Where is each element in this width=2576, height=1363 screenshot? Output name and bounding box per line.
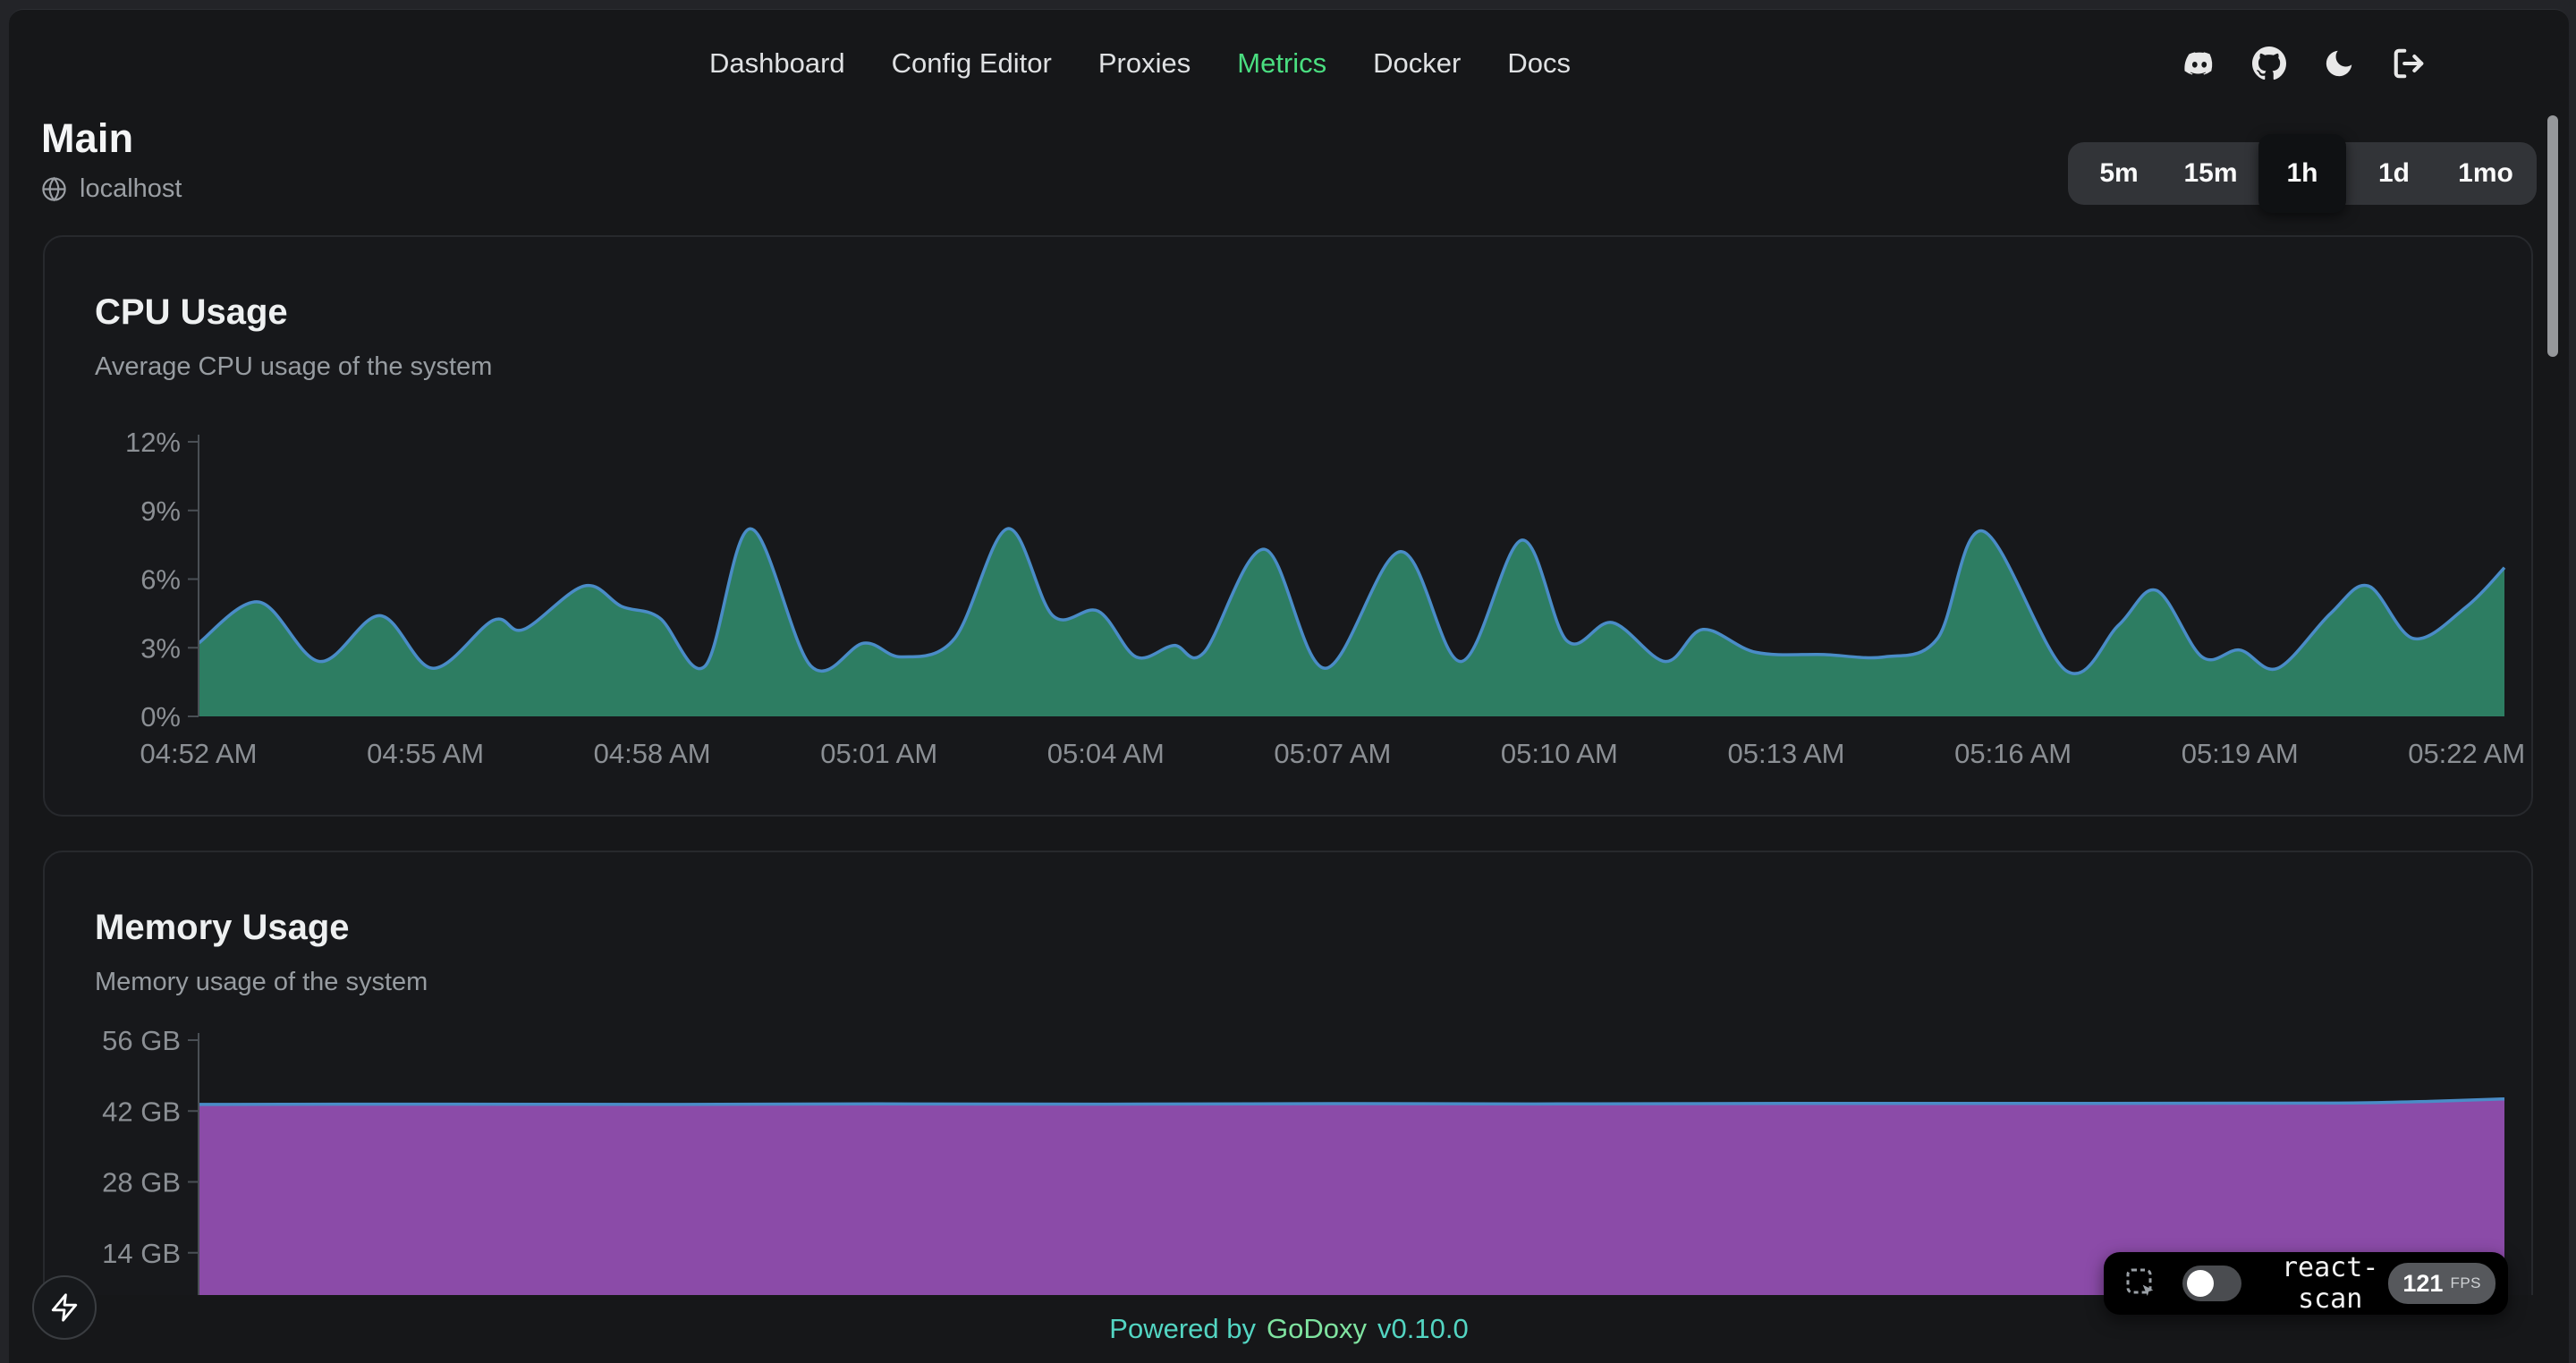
top-navigation: Dashboard Config Editor Proxies Metrics … bbox=[9, 35, 2569, 92]
svg-text:05:13 AM: 05:13 AM bbox=[1728, 738, 1845, 769]
header-icon-row bbox=[2181, 35, 2428, 92]
time-range-1h[interactable]: 1h bbox=[2258, 134, 2346, 213]
nav-item-metrics[interactable]: Metrics bbox=[1237, 47, 1326, 80]
svg-text:9%: 9% bbox=[140, 495, 181, 527]
app-window: Dashboard Config Editor Proxies Metrics … bbox=[9, 9, 2569, 1363]
svg-text:05:19 AM: 05:19 AM bbox=[2182, 738, 2299, 769]
inspect-element-icon[interactable] bbox=[2123, 1266, 2159, 1301]
discord-icon[interactable] bbox=[2181, 45, 2218, 82]
time-range-selector: 5m 15m 1h 1d 1mo bbox=[2068, 142, 2537, 205]
footer-version: v0.10.0 bbox=[1377, 1313, 1469, 1345]
svg-text:12%: 12% bbox=[125, 430, 181, 458]
fps-unit: FPS bbox=[2450, 1274, 2481, 1292]
svg-text:0%: 0% bbox=[140, 701, 181, 732]
host-row: localhost bbox=[41, 174, 182, 204]
svg-text:05:07 AM: 05:07 AM bbox=[1274, 738, 1391, 769]
nav-item-docs[interactable]: Docs bbox=[1507, 47, 1571, 80]
svg-text:05:22 AM: 05:22 AM bbox=[2408, 738, 2525, 769]
host-name: localhost bbox=[80, 174, 182, 204]
react-scan-label: react-scan bbox=[2272, 1252, 2388, 1315]
svg-text:56 GB: 56 GB bbox=[102, 1025, 181, 1056]
devtools-lightning-button[interactable] bbox=[32, 1275, 97, 1340]
page-title: Main bbox=[41, 115, 182, 162]
globe-icon bbox=[41, 176, 67, 202]
react-scan-toolbar: react-scan 121 FPS bbox=[2104, 1252, 2508, 1315]
nav-item-dashboard[interactable]: Dashboard bbox=[709, 47, 845, 80]
svg-text:05:01 AM: 05:01 AM bbox=[820, 738, 937, 769]
svg-text:05:16 AM: 05:16 AM bbox=[1954, 738, 2072, 769]
svg-text:04:55 AM: 04:55 AM bbox=[367, 738, 484, 769]
nav-item-config-editor[interactable]: Config Editor bbox=[892, 47, 1052, 80]
svg-text:3%: 3% bbox=[140, 632, 181, 664]
svg-text:05:04 AM: 05:04 AM bbox=[1047, 738, 1165, 769]
fps-badge: 121 FPS bbox=[2388, 1263, 2496, 1304]
memory-card-title: Memory Usage bbox=[95, 908, 2531, 948]
time-range-5m[interactable]: 5m bbox=[2075, 148, 2163, 199]
nav-item-docker[interactable]: Docker bbox=[1373, 47, 1461, 80]
cpu-card-subtitle: Average CPU usage of the system bbox=[95, 352, 2531, 382]
svg-text:42 GB: 42 GB bbox=[102, 1096, 181, 1127]
lightning-icon bbox=[49, 1292, 80, 1323]
toggle-knob bbox=[2187, 1270, 2214, 1297]
fps-value: 121 bbox=[2402, 1270, 2443, 1298]
svg-text:28 GB: 28 GB bbox=[102, 1167, 181, 1198]
nav-item-proxies[interactable]: Proxies bbox=[1098, 47, 1191, 80]
react-scan-toggle[interactable] bbox=[2182, 1266, 2241, 1301]
vertical-scrollbar-thumb[interactable] bbox=[2547, 115, 2558, 357]
github-icon[interactable] bbox=[2250, 45, 2288, 82]
nav-menu: Dashboard Config Editor Proxies Metrics … bbox=[709, 35, 1571, 92]
logout-icon[interactable] bbox=[2390, 45, 2428, 82]
time-range-1d[interactable]: 1d bbox=[2351, 148, 2438, 199]
svg-text:04:52 AM: 04:52 AM bbox=[140, 738, 258, 769]
moon-theme-icon[interactable] bbox=[2320, 45, 2358, 82]
footer-godoxy-link[interactable]: GoDoxy bbox=[1267, 1313, 1367, 1345]
page-heading: Main localhost bbox=[41, 115, 182, 204]
time-range-1mo[interactable]: 1mo bbox=[2442, 148, 2529, 199]
cpu-usage-chart[interactable]: 0% 3% 6% 9% 12% 04:52 AM 04:55 AM 04:58 AM 05:01… bbox=[9, 430, 2569, 806]
svg-text:04:58 AM: 04:58 AM bbox=[594, 738, 711, 769]
time-range-15m[interactable]: 15m bbox=[2167, 148, 2255, 199]
svg-text:14 GB: 14 GB bbox=[102, 1238, 181, 1269]
memory-card-subtitle: Memory usage of the system bbox=[95, 968, 2531, 997]
svg-text:6%: 6% bbox=[140, 564, 181, 596]
cpu-card-title: CPU Usage bbox=[95, 292, 2531, 333]
footer-powered-by: Powered by bbox=[1109, 1313, 1256, 1345]
svg-text:05:10 AM: 05:10 AM bbox=[1501, 738, 1618, 769]
